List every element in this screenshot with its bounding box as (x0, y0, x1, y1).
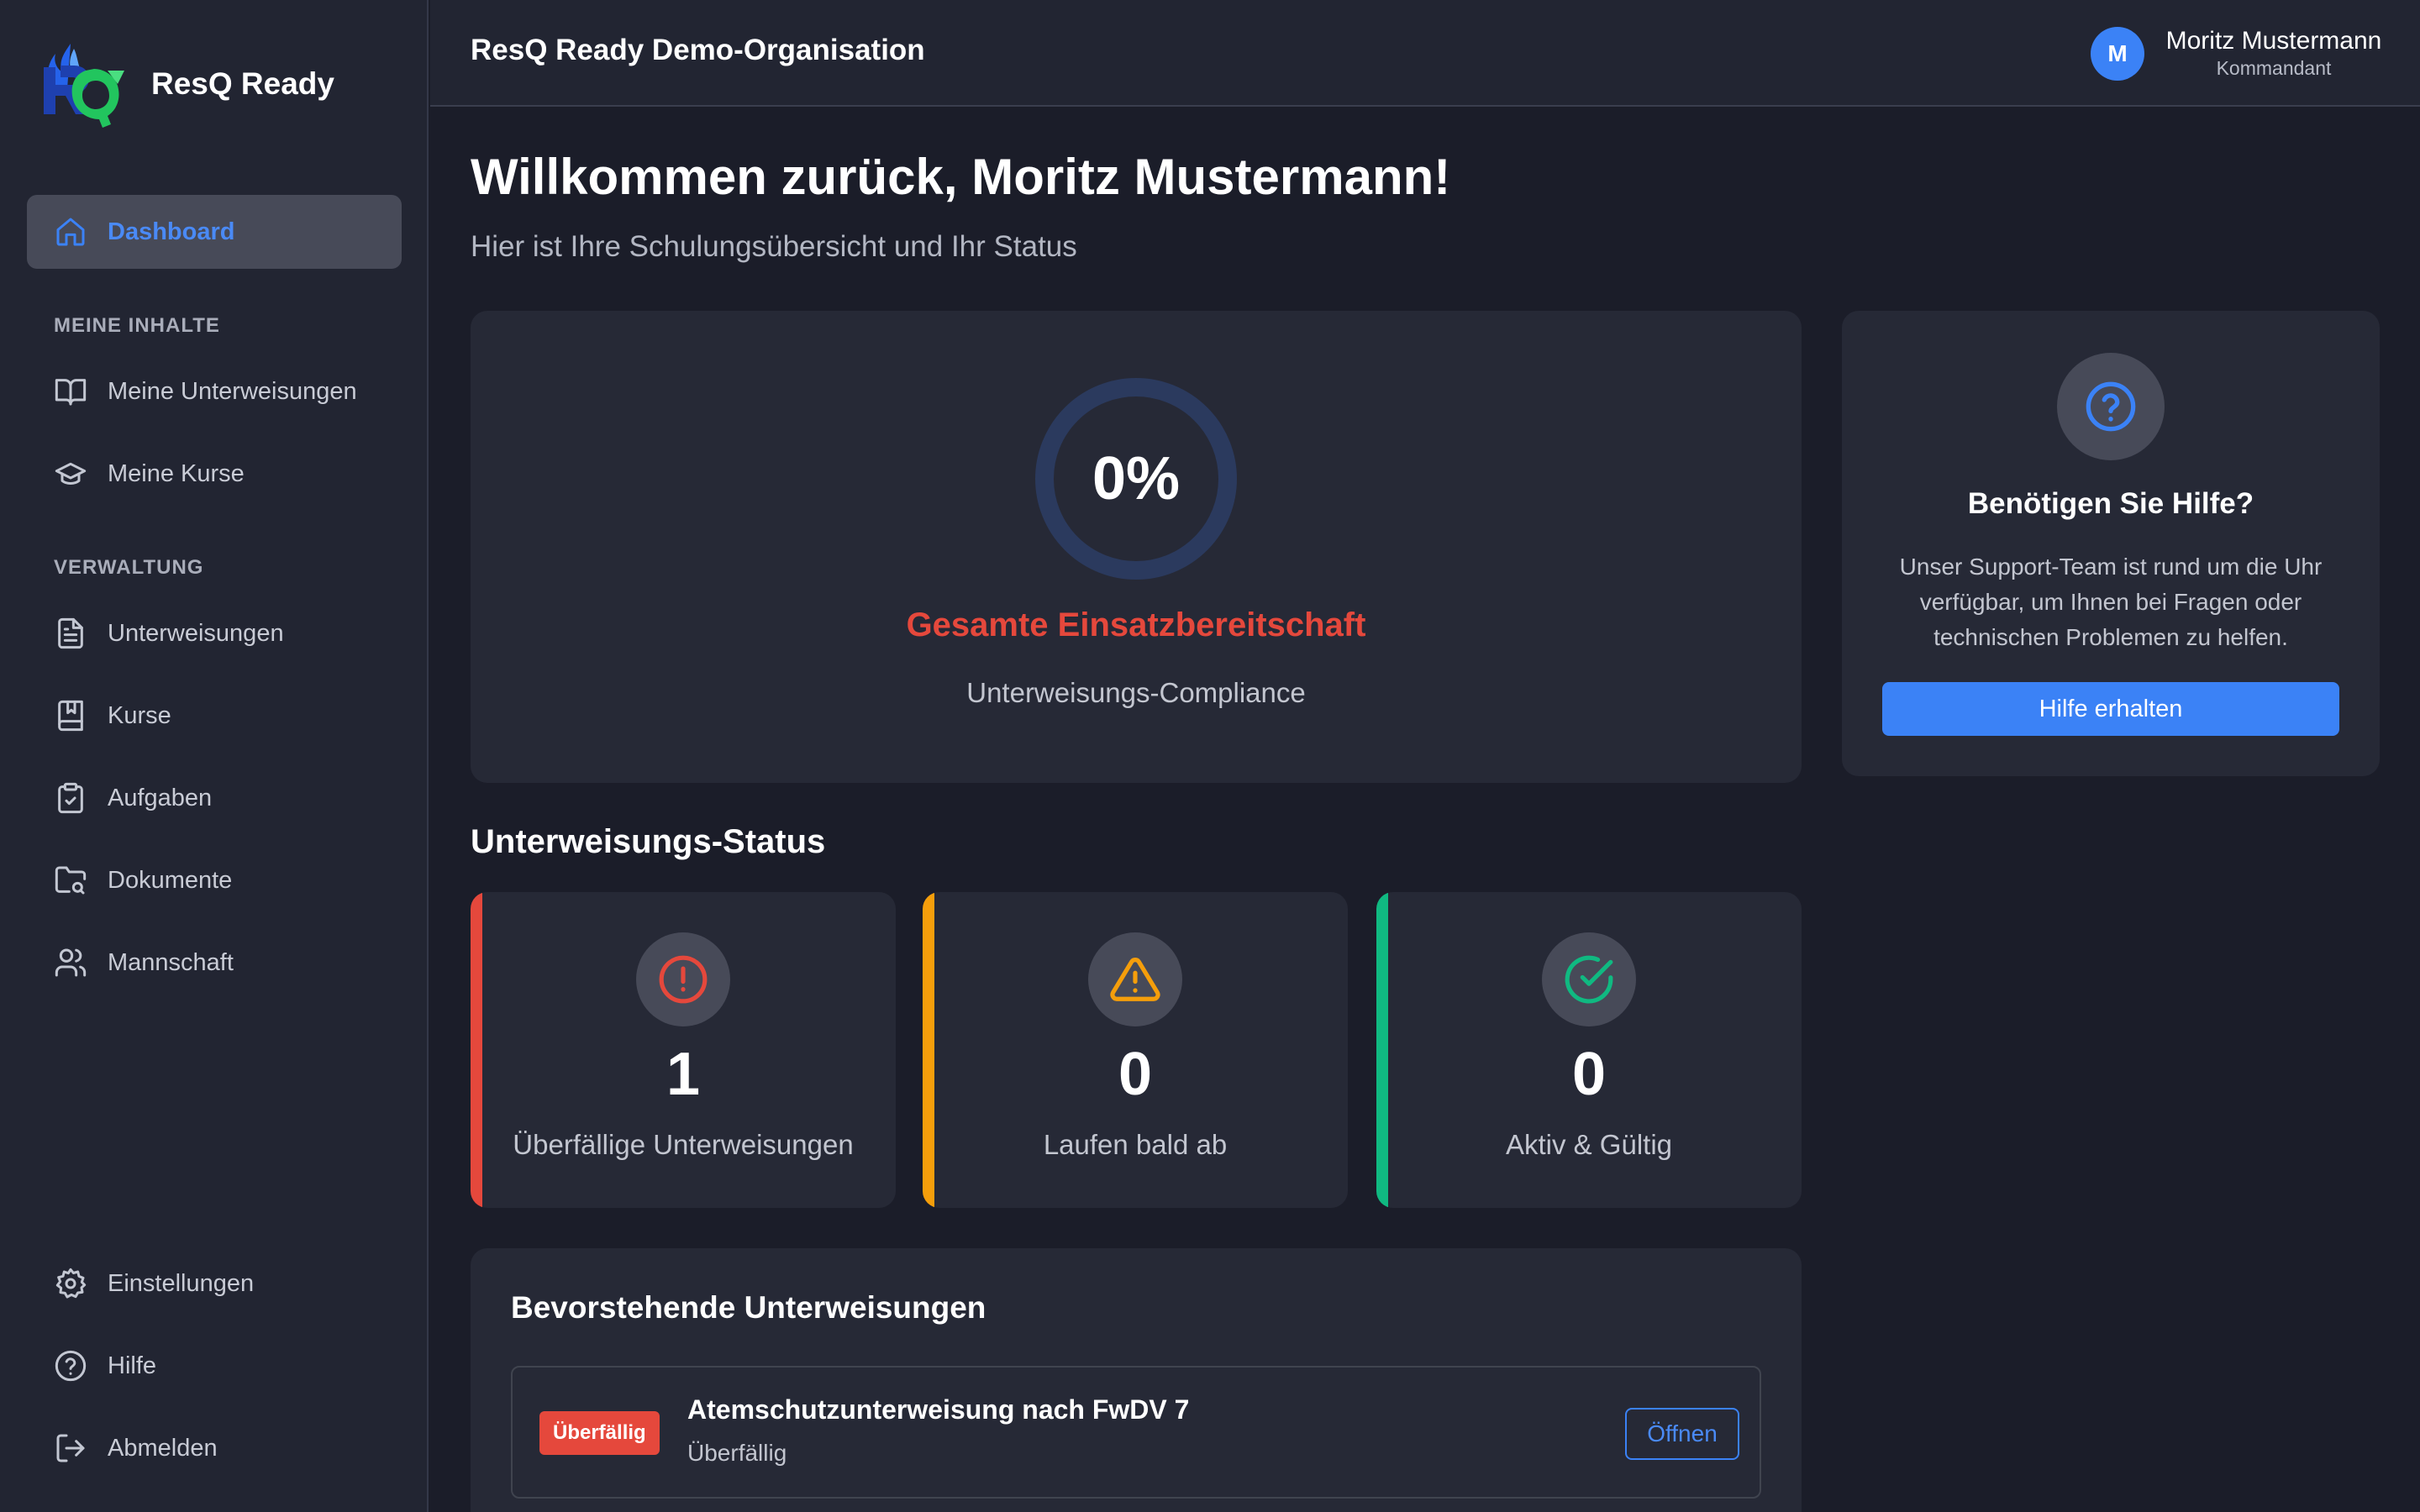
user-name[interactable]: Moritz Mustermann (2165, 27, 2383, 55)
brand-name: ResQ Ready (151, 66, 334, 101)
gear-icon (54, 1267, 87, 1300)
clipboard-check-icon (54, 781, 87, 815)
sidebar-item-settings[interactable]: Einstellungen (27, 1247, 402, 1320)
sidebar-item-label: Meine Unterweisungen (108, 377, 357, 405)
sidebar-item-label: Abmelden (108, 1434, 218, 1462)
stat-card-overdue[interactable]: 1 Überfällige Unterweisungen (471, 892, 896, 1208)
organization-title: ResQ Ready Demo-Organisation (471, 34, 925, 66)
sidebar-item-label: Dashboard (108, 218, 235, 245)
instruction-status: Überfällig (687, 1440, 787, 1466)
book-marked-icon (54, 699, 87, 732)
sidebar-item-help[interactable]: Hilfe (27, 1329, 402, 1403)
graduation-cap-icon (54, 457, 87, 491)
resq-logo-icon (44, 44, 124, 128)
readiness-subtitle: Unterweisungs-Compliance (966, 677, 1306, 708)
users-icon (54, 946, 87, 979)
nav-section-my-content: MEINE INHALTE (54, 314, 220, 337)
sidebar-item-courses[interactable]: Kurse (27, 679, 402, 753)
user-role: Kommandant (2216, 57, 2332, 79)
sidebar-item-label: Einstellungen (108, 1269, 255, 1297)
alert-circle-icon (636, 932, 730, 1026)
logout-icon (54, 1431, 87, 1465)
file-text-icon (54, 617, 87, 650)
sidebar-item-logout[interactable]: Abmelden (27, 1411, 402, 1485)
status-section-title: Unterweisungs-Status (471, 823, 826, 860)
page-title: Willkommen zurück, Moritz Mustermann! (471, 149, 1451, 205)
active-label: Aktiv & Gültig (1505, 1129, 1673, 1160)
sidebar: ResQ Ready Dashboard MEINE INHALTE Meine… (0, 0, 429, 1512)
expiring-count: 0 (1118, 1041, 1153, 1108)
sidebar-item-label: Kurse (108, 701, 171, 729)
get-help-button[interactable]: Hilfe erhalten (1882, 682, 2339, 736)
readiness-card: 0% Gesamte Einsatzbereitschaft Unterweis… (471, 311, 1802, 783)
avatar[interactable]: M (2091, 27, 2144, 81)
upcoming-title: Bevorstehende Unterweisungen (511, 1290, 986, 1325)
help-card: Benötigen Sie Hilfe? Unser Support-Team … (1842, 311, 2380, 776)
stat-card-expiring[interactable]: 0 Laufen bald ab (923, 892, 1348, 1208)
active-count: 0 (1571, 1041, 1607, 1108)
help-text: Unser Support-Team ist rund um die Uhr v… (1899, 554, 2323, 650)
nav-section-admin: VERWALTUNG (54, 556, 204, 579)
status-badge: Überfällig (539, 1411, 660, 1455)
help-title: Benötigen Sie Hilfe? (1967, 487, 2254, 520)
overdue-count: 1 (666, 1041, 701, 1108)
open-button[interactable]: Öffnen (1625, 1408, 1739, 1460)
list-item[interactable]: Überfällig Atemschutzunterweisung nach F… (511, 1366, 1761, 1499)
help-circle-icon (2057, 353, 2165, 460)
sidebar-item-label: Aufgaben (108, 784, 213, 811)
sidebar-item-instructions[interactable]: Unterweisungen (27, 596, 402, 670)
help-circle-icon (54, 1349, 87, 1383)
check-circle-icon (1542, 932, 1636, 1026)
sidebar-item-label: Unterweisungen (108, 619, 284, 647)
expiring-label: Laufen bald ab (1043, 1129, 1228, 1160)
instruction-title: Atemschutzunterweisung nach FwDV 7 (687, 1394, 1190, 1425)
readiness-title: Gesamte Einsatzbereitschaft (906, 606, 1366, 643)
page-subtitle: Hier ist Ihre Schulungsübersicht und Ihr… (471, 230, 1077, 263)
home-icon (54, 215, 87, 249)
sidebar-item-team[interactable]: Mannschaft (27, 926, 402, 1000)
upcoming-instructions-card: Bevorstehende Unterweisungen Überfällig … (471, 1248, 1802, 1512)
stat-card-active[interactable]: 0 Aktiv & Gültig (1376, 892, 1802, 1208)
sidebar-item-tasks[interactable]: Aufgaben (27, 761, 402, 835)
folder-search-icon (54, 864, 87, 897)
sidebar-item-my-instructions[interactable]: Meine Unterweisungen (27, 354, 402, 428)
sidebar-item-label: Meine Kurse (108, 459, 245, 487)
sidebar-item-documents[interactable]: Dokumente (27, 843, 402, 917)
sidebar-item-label: Hilfe (108, 1352, 157, 1379)
overdue-label: Überfällige Unterweisungen (513, 1129, 854, 1160)
sidebar-item-label: Mannschaft (108, 948, 234, 976)
sidebar-item-my-courses[interactable]: Meine Kurse (27, 437, 402, 511)
top-header: ResQ Ready Demo-Organisation M Moritz Mu… (430, 0, 2420, 107)
warning-triangle-icon (1088, 932, 1182, 1026)
brand[interactable]: ResQ Ready (37, 37, 334, 131)
book-open-icon (54, 375, 87, 408)
readiness-value: 0% (1092, 445, 1181, 512)
sidebar-item-label: Dokumente (108, 866, 233, 894)
sidebar-item-dashboard[interactable]: Dashboard (27, 195, 402, 269)
